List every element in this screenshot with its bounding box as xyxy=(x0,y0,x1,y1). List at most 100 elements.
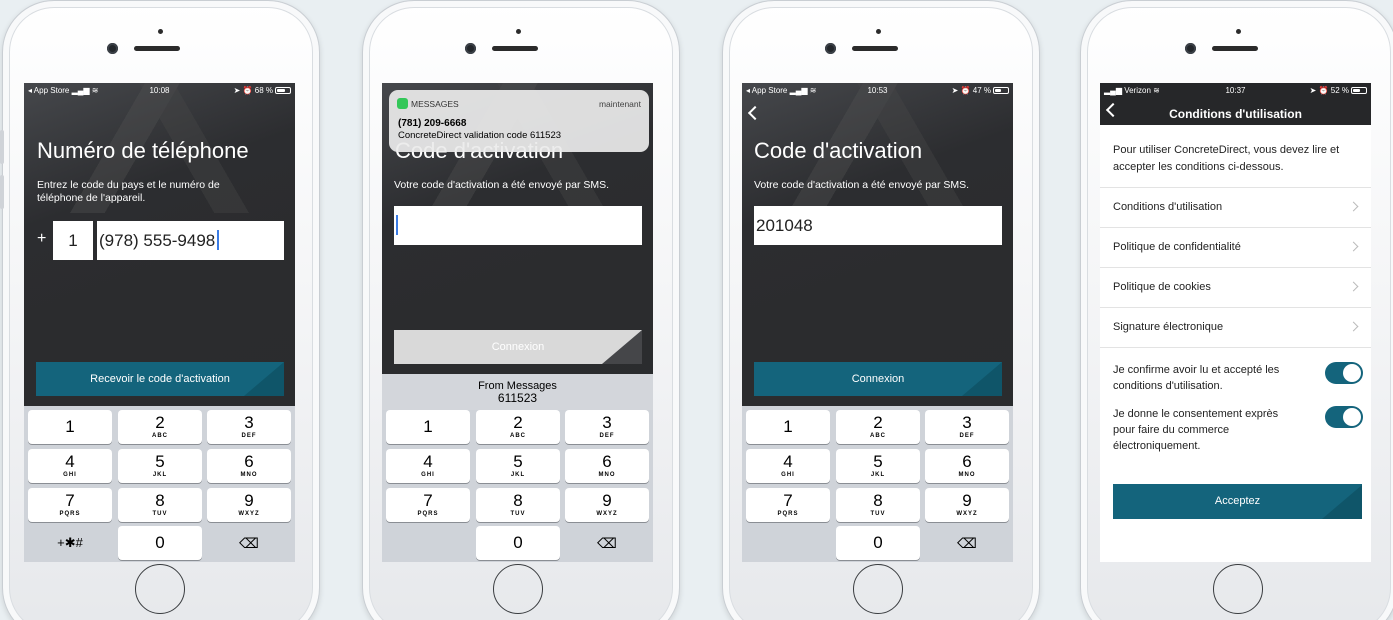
screen-phone-number: ◂ App Store ▂▄▆ ≋ 10:08 ➤ ⏰ 68 % Numéro … xyxy=(24,83,295,562)
text-caret xyxy=(396,215,398,235)
notification-sender: (781) 209-6668 xyxy=(398,118,467,129)
delete-key-icon[interactable]: ⌫ xyxy=(925,526,1009,560)
ecommerce-consent-toggle[interactable] xyxy=(1325,406,1363,428)
key-symbols[interactable]: +✱# xyxy=(28,526,112,560)
key-5[interactable]: 5 JKL xyxy=(118,449,202,483)
home-button[interactable] xyxy=(1213,564,1263,614)
page-title: Code d'activation xyxy=(754,138,923,163)
home-button[interactable] xyxy=(853,564,903,614)
key-0[interactable]: 0 xyxy=(118,526,202,560)
phone-number-input[interactable]: (978) 555-9498 xyxy=(97,221,284,260)
delete-key-icon[interactable]: ⌫ xyxy=(207,526,291,560)
key-6[interactable]: 6 MNO xyxy=(207,449,291,483)
key-7[interactable]: 7 PQRS xyxy=(746,488,830,522)
key-3[interactable]: 3 DEF xyxy=(207,410,291,444)
terms-consent-row: Je confirme avoir lu et accepté les cond… xyxy=(1113,362,1363,394)
status-bar: ◂ App Store ▂▄▆ ≋ 10:53 ➤ ⏰ 47 % xyxy=(742,83,1013,97)
plus-sign: + xyxy=(37,230,47,247)
proximity-sensor xyxy=(158,29,163,34)
home-button[interactable] xyxy=(135,564,185,614)
key-5[interactable]: 5 JKL xyxy=(836,449,920,483)
key-2[interactable]: 2 ABC xyxy=(476,410,560,444)
proximity-sensor xyxy=(876,29,881,34)
key-9[interactable]: 9 WXYZ xyxy=(207,488,291,522)
numeric-keypad: 1 2 ABC 3 DEF 4 GHI 5 JKL 6 MNO 7 PQRS 8 TUV 9W… xyxy=(742,406,1013,562)
page-title: Numéro de téléphone xyxy=(37,138,249,163)
key-7[interactable]: 7 PQRS xyxy=(28,488,112,522)
page-subtitle: Votre code d'activation a été envoyé par… xyxy=(754,179,970,191)
accept-button[interactable]: Acceptez xyxy=(1113,484,1362,519)
side-button xyxy=(0,175,4,209)
key-5[interactable]: 5 JKL xyxy=(476,449,560,483)
key-4[interactable]: 4 GHI xyxy=(28,449,112,483)
key-6[interactable]: 6 MNO xyxy=(565,449,649,483)
key-6[interactable]: 6 MNO xyxy=(925,449,1009,483)
key-4[interactable]: 4 GHI xyxy=(386,449,470,483)
country-code-input[interactable]: 1 xyxy=(53,221,93,260)
screen-activation-code: ◂ App Store ▂▄▆ ≋ 10:53 ➤ ⏰ 47 % Code d'… xyxy=(742,83,1013,562)
notification-time: maintenant xyxy=(598,99,641,109)
key-7[interactable]: 7 PQRS xyxy=(386,488,470,522)
key-3[interactable]: 3 DEF xyxy=(565,410,649,444)
terms-intro: Pour utiliser ConcreteDirect, vous devez… xyxy=(1113,144,1340,173)
page-subtitle: Votre code d'activation a été envoyé par… xyxy=(394,179,610,191)
key-1[interactable]: 1 xyxy=(746,410,830,444)
battery-icon xyxy=(1351,87,1367,94)
terms-consent-toggle[interactable] xyxy=(1325,362,1363,384)
key-9[interactable]: 9 WXYZ xyxy=(565,488,649,522)
key-2[interactable]: 2 ABC xyxy=(118,410,202,444)
key-1[interactable]: 1 xyxy=(386,410,470,444)
phone-2: Code d'activation Votre code d'activatio… xyxy=(362,0,680,620)
status-battery: ➤ ⏰ 47 % xyxy=(952,86,1009,95)
divider xyxy=(1100,347,1371,348)
battery-icon xyxy=(275,87,291,94)
key-8[interactable]: 8 TUV xyxy=(118,488,202,522)
row-terms-of-use[interactable]: Conditions d'utilisation xyxy=(1100,187,1371,227)
key-2[interactable]: 2 ABC xyxy=(836,410,920,444)
notification-app: MESSAGES xyxy=(411,99,459,109)
login-button[interactable]: Connexion xyxy=(754,362,1002,396)
row-cookie-policy[interactable]: Politique de cookies xyxy=(1100,267,1371,307)
activation-code-input[interactable] xyxy=(394,206,642,245)
earpiece-speaker xyxy=(1212,46,1258,51)
nav-title: Conditions d'utilisation xyxy=(1169,107,1302,121)
key-8[interactable]: 8 TUV xyxy=(476,488,560,522)
nav-bar: ▂▄▆ Verizon ≋ 10:37 ➤ ⏰ 52 % Conditions … xyxy=(1100,83,1371,125)
key-9[interactable]: 9 WXYZ xyxy=(925,488,1009,522)
ecommerce-consent-row: Je donne le consentement exprès pour fai… xyxy=(1113,406,1363,454)
chevron-right-icon xyxy=(1348,201,1359,212)
key-0[interactable]: 0 xyxy=(836,526,920,560)
home-button[interactable] xyxy=(493,564,543,614)
row-electronic-signature[interactable]: Signature électronique xyxy=(1100,307,1371,347)
text-caret xyxy=(217,230,219,250)
key-1[interactable]: 1 xyxy=(28,410,112,444)
messages-icon xyxy=(397,98,408,109)
page-subtitle: Entrez le code du pays et le numéro de t… xyxy=(37,179,220,204)
activation-code-input[interactable]: 201048 xyxy=(754,206,1002,245)
earpiece-speaker xyxy=(134,46,180,51)
battery-icon xyxy=(993,87,1009,94)
receive-code-button[interactable]: Recevoir le code d'activation xyxy=(36,362,284,396)
phone-3: ◂ App Store ▂▄▆ ≋ 10:53 ➤ ⏰ 47 % Code d'… xyxy=(722,0,1040,620)
front-camera xyxy=(1185,43,1196,54)
autofill-suggestion[interactable]: From Messages 611523 xyxy=(382,374,653,410)
key-4[interactable]: 4 GHI xyxy=(746,449,830,483)
status-bar: ◂ App Store ▂▄▆ ≋ 10:08 ➤ ⏰ 68 % xyxy=(24,83,295,97)
key-8[interactable]: 8 TUV xyxy=(836,488,920,522)
side-button xyxy=(0,130,4,164)
screen-activation-code-sms: Code d'activation Votre code d'activatio… xyxy=(382,83,653,562)
login-button-disabled[interactable]: Connexion xyxy=(394,330,642,364)
status-battery: ➤ ⏰ 68 % xyxy=(234,86,291,95)
key-0[interactable]: 0 xyxy=(476,526,560,560)
status-battery: ➤ ⏰ 52 % xyxy=(1310,86,1367,95)
numeric-keypad: From Messages 611523 1 2 ABC 3 DEF 4 GHI 5J… xyxy=(382,374,653,562)
delete-key-icon[interactable]: ⌫ xyxy=(565,526,649,560)
sms-notification[interactable]: MESSAGES maintenant (781) 209-6668 Concr… xyxy=(389,90,649,152)
front-camera xyxy=(465,43,476,54)
key-3[interactable]: 3 DEF xyxy=(925,410,1009,444)
phone-4: ▂▄▆ Verizon ≋ 10:37 ➤ ⏰ 52 % Conditions … xyxy=(1080,0,1393,620)
row-privacy-policy[interactable]: Politique de confidentialité xyxy=(1100,227,1371,267)
phone-1: ◂ App Store ▂▄▆ ≋ 10:08 ➤ ⏰ 68 % Numéro … xyxy=(0,0,320,620)
front-camera xyxy=(825,43,836,54)
screen-terms: ▂▄▆ Verizon ≋ 10:37 ➤ ⏰ 52 % Conditions … xyxy=(1100,83,1371,562)
